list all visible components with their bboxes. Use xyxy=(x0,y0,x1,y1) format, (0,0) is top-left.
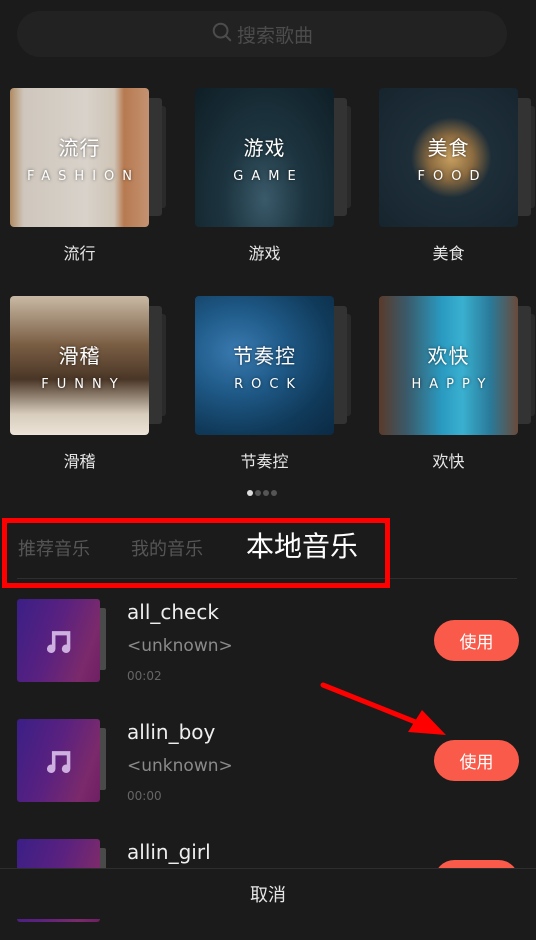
music-note-icon xyxy=(46,750,70,773)
category-tile-fashion[interactable]: 流行 FASHION 流行 xyxy=(10,88,166,263)
category-tile-food[interactable]: 美食 FOOD 美食 xyxy=(379,88,535,263)
song-title: all_check xyxy=(127,600,219,624)
music-note-icon xyxy=(46,630,70,653)
page-dot-1[interactable] xyxy=(247,490,253,496)
category-label: 滑稽 xyxy=(63,452,96,471)
search-icon xyxy=(211,21,233,48)
song-duration: 00:02 xyxy=(127,669,162,683)
category-label: 美食 xyxy=(432,244,465,263)
page-dot-2[interactable] xyxy=(255,490,261,496)
category-cover: 美食 FOOD xyxy=(379,88,518,227)
category-cover: 滑稽 FUNNY xyxy=(10,296,149,435)
page-dot-3[interactable] xyxy=(263,490,269,496)
category-cover: 流行 FASHION xyxy=(10,88,149,227)
song-thumbnail xyxy=(17,719,100,802)
category-label: 游戏 xyxy=(248,244,281,263)
search-placeholder: 搜索歌曲 xyxy=(236,24,313,47)
category-tile-rock[interactable]: 节奏控 ROCK 节奏控 xyxy=(195,296,351,471)
tabs-divider xyxy=(17,578,517,579)
song-thumbnail xyxy=(17,599,100,682)
category-cover: 游戏 GAME xyxy=(195,88,334,227)
cancel-button[interactable]: 取消 xyxy=(244,880,292,908)
category-label: 节奏控 xyxy=(240,452,289,471)
footer-bar: 取消 xyxy=(0,868,536,919)
tab-recommended-music[interactable]: 推荐音乐 xyxy=(18,535,90,561)
use-button[interactable]: 使用 xyxy=(434,620,519,661)
category-cover: 节奏控 ROCK xyxy=(195,296,334,435)
song-duration: 00:00 xyxy=(127,789,162,803)
category-label: 流行 xyxy=(63,244,96,263)
category-tile-funny[interactable]: 滑稽 FUNNY 滑稽 xyxy=(10,296,166,471)
category-tile-happy[interactable]: 欢快 HAPPY 欢快 xyxy=(379,296,535,471)
song-title: allin_boy xyxy=(127,720,216,744)
category-tile-game[interactable]: 游戏 GAME 游戏 xyxy=(195,88,351,263)
music-tabs: 推荐音乐 我的音乐 本地音乐 xyxy=(0,520,536,582)
category-cover: 欢快 HAPPY xyxy=(379,296,518,435)
annotation-arrow-icon xyxy=(320,682,446,735)
search-bar[interactable]: 搜索歌曲 xyxy=(17,11,507,57)
tab-my-music[interactable]: 我的音乐 xyxy=(131,535,203,561)
song-title: allin_girl xyxy=(127,840,211,864)
song-artist: <unknown> xyxy=(127,636,233,656)
song-artist: <unknown> xyxy=(127,756,233,776)
tab-local-music[interactable]: 本地音乐 xyxy=(246,525,358,565)
page-dot-4[interactable] xyxy=(271,490,277,496)
page-indicator xyxy=(247,490,277,496)
category-label: 欢快 xyxy=(432,452,465,471)
use-button[interactable]: 使用 xyxy=(434,740,519,781)
